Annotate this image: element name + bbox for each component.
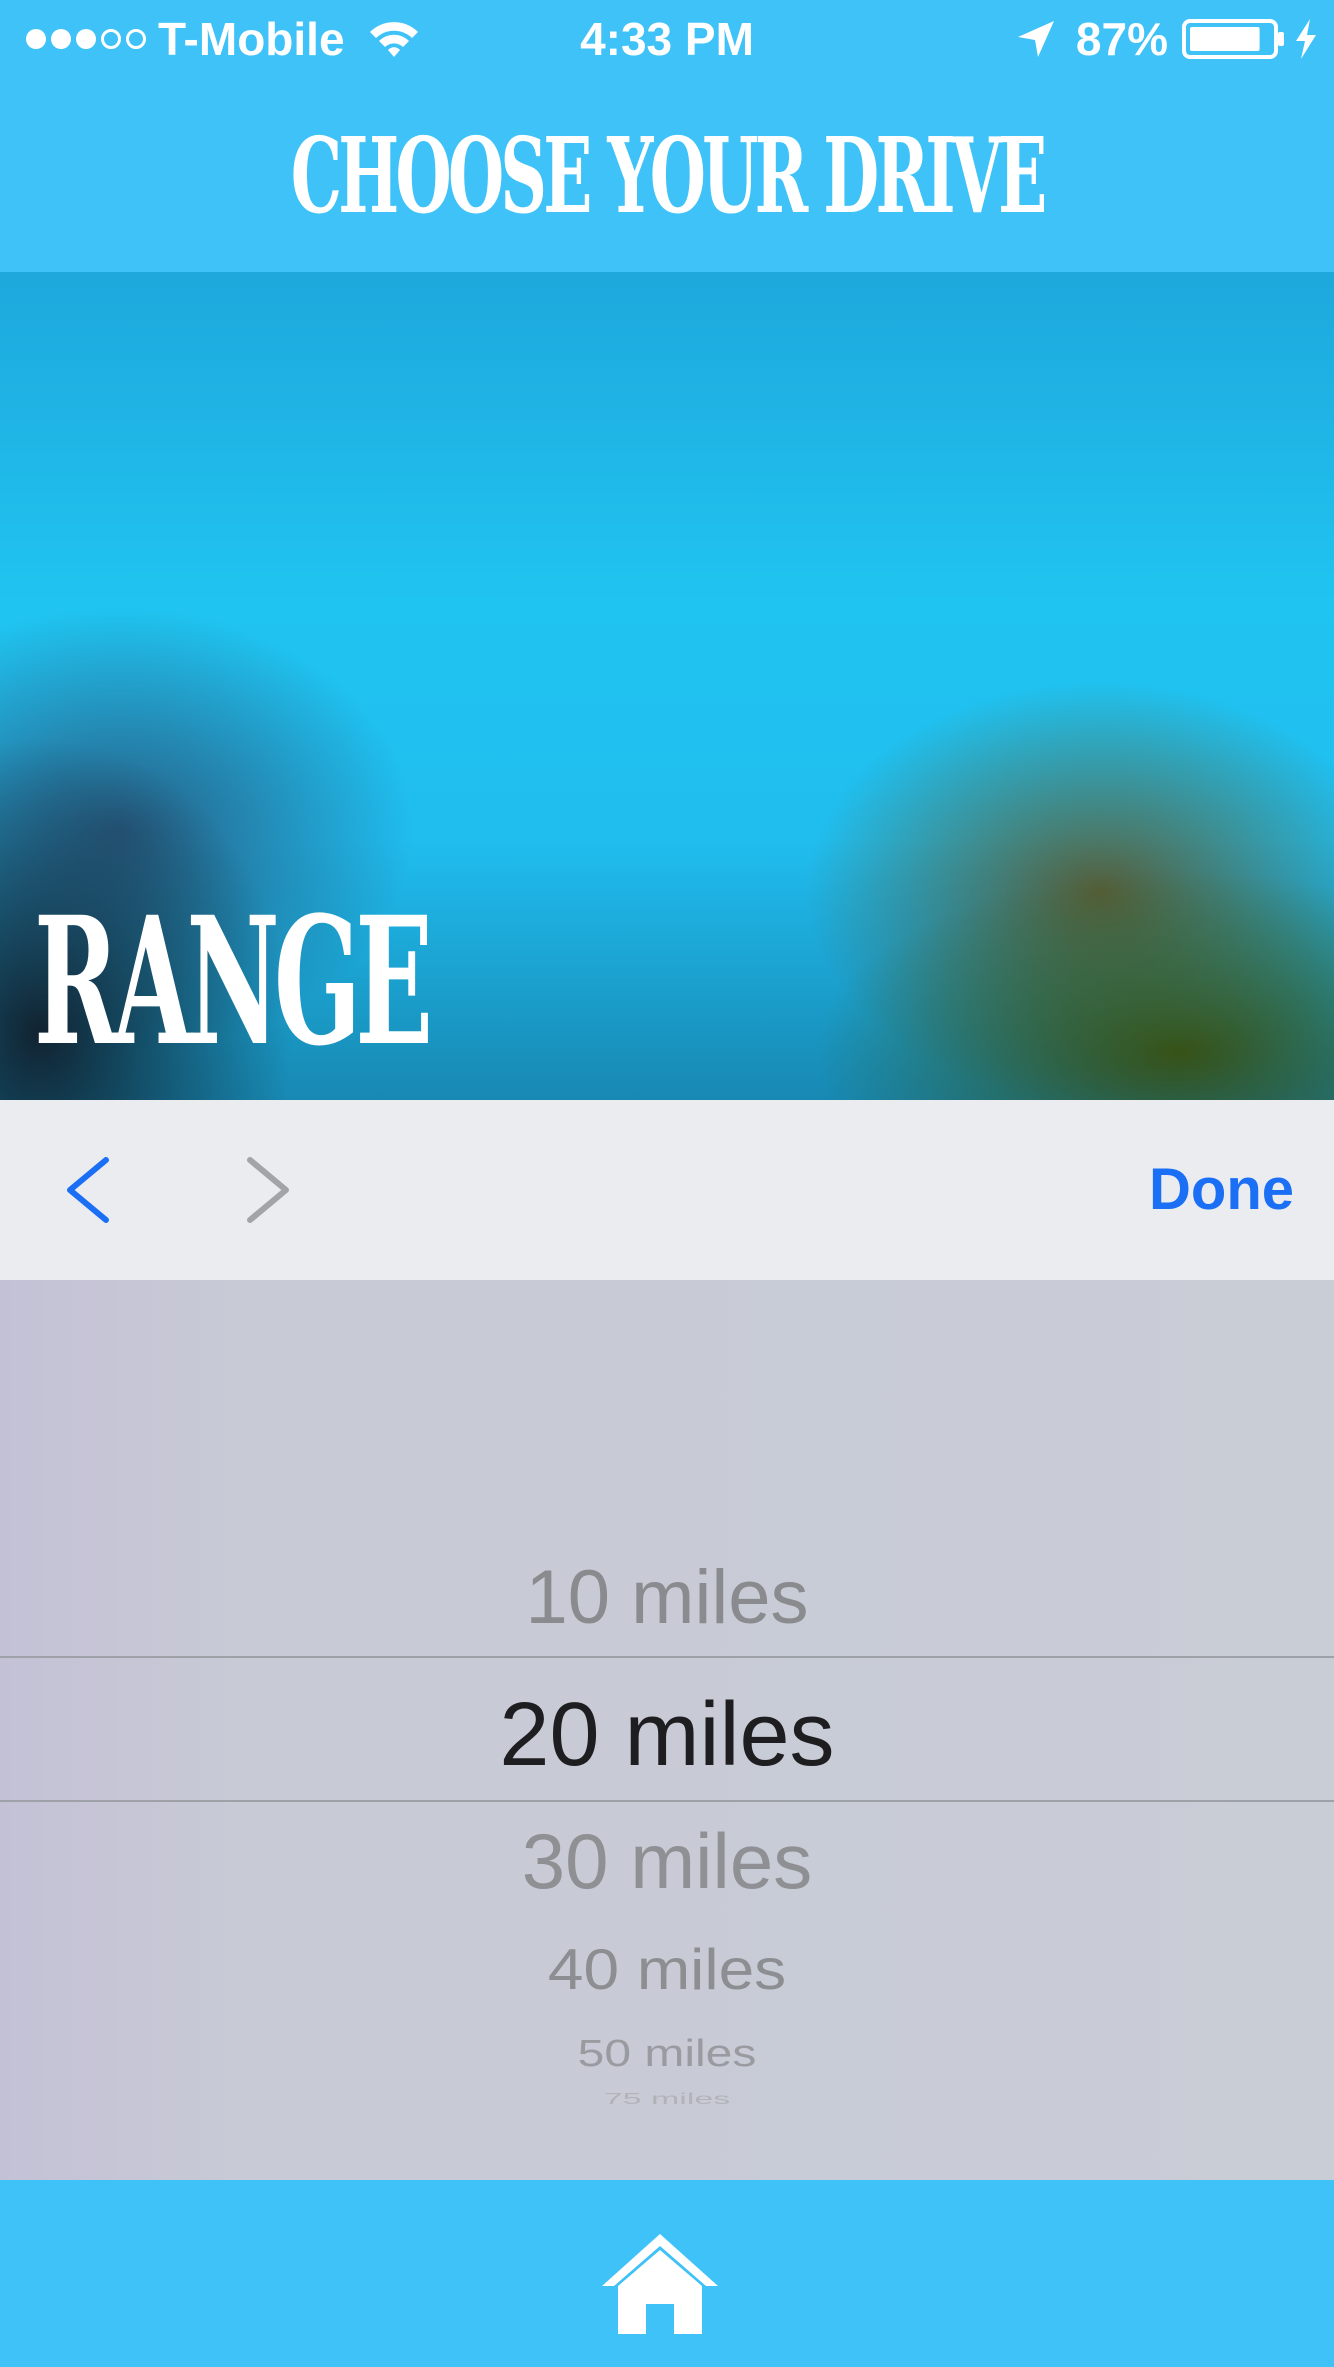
home-icon — [602, 2234, 718, 2334]
selection-line-bottom — [0, 1800, 1334, 1802]
home-button[interactable] — [598, 2228, 722, 2340]
status-right: 87% — [1016, 12, 1320, 66]
done-button[interactable]: Done — [1149, 1156, 1294, 1223]
status-bar: T-Mobile 4:33 PM 87% — [0, 0, 1334, 78]
picker-option[interactable]: 50 miles — [0, 2032, 1334, 2076]
chevron-right-icon — [247, 1157, 289, 1223]
charging-bolt-icon — [1296, 19, 1316, 59]
page-title: CHOOSE YOUR DRIVE — [290, 113, 1048, 237]
nav-bar: CHOOSE YOUR DRIVE — [0, 78, 1334, 272]
hero-label: RANGE — [34, 878, 433, 1085]
next-field-button[interactable] — [226, 1144, 316, 1236]
picker-toolbar: Done — [0, 1100, 1334, 1280]
location-arrow-icon — [1017, 21, 1054, 57]
battery-fill — [1190, 27, 1260, 51]
picker-option[interactable]: 30 miles — [0, 1816, 1334, 1907]
chevron-left-icon — [67, 1157, 109, 1223]
picker-option-selected[interactable]: 20 miles — [0, 1684, 1334, 1787]
previous-field-button[interactable] — [50, 1144, 140, 1236]
picker-option[interactable]: 75 miles — [0, 2091, 1334, 2109]
selection-line-top — [0, 1656, 1334, 1658]
battery-icon — [1182, 19, 1284, 59]
picker-option[interactable]: 10 miles — [0, 1554, 1334, 1641]
tab-bar — [0, 2180, 1334, 2367]
picker-option[interactable]: 40 miles — [0, 1936, 1334, 2003]
hero-image: RANGE — [0, 272, 1334, 1100]
range-picker[interactable]: 10 miles 20 miles 30 miles 40 miles 50 m… — [0, 1280, 1334, 2180]
battery-percent: 87% — [1075, 13, 1168, 65]
